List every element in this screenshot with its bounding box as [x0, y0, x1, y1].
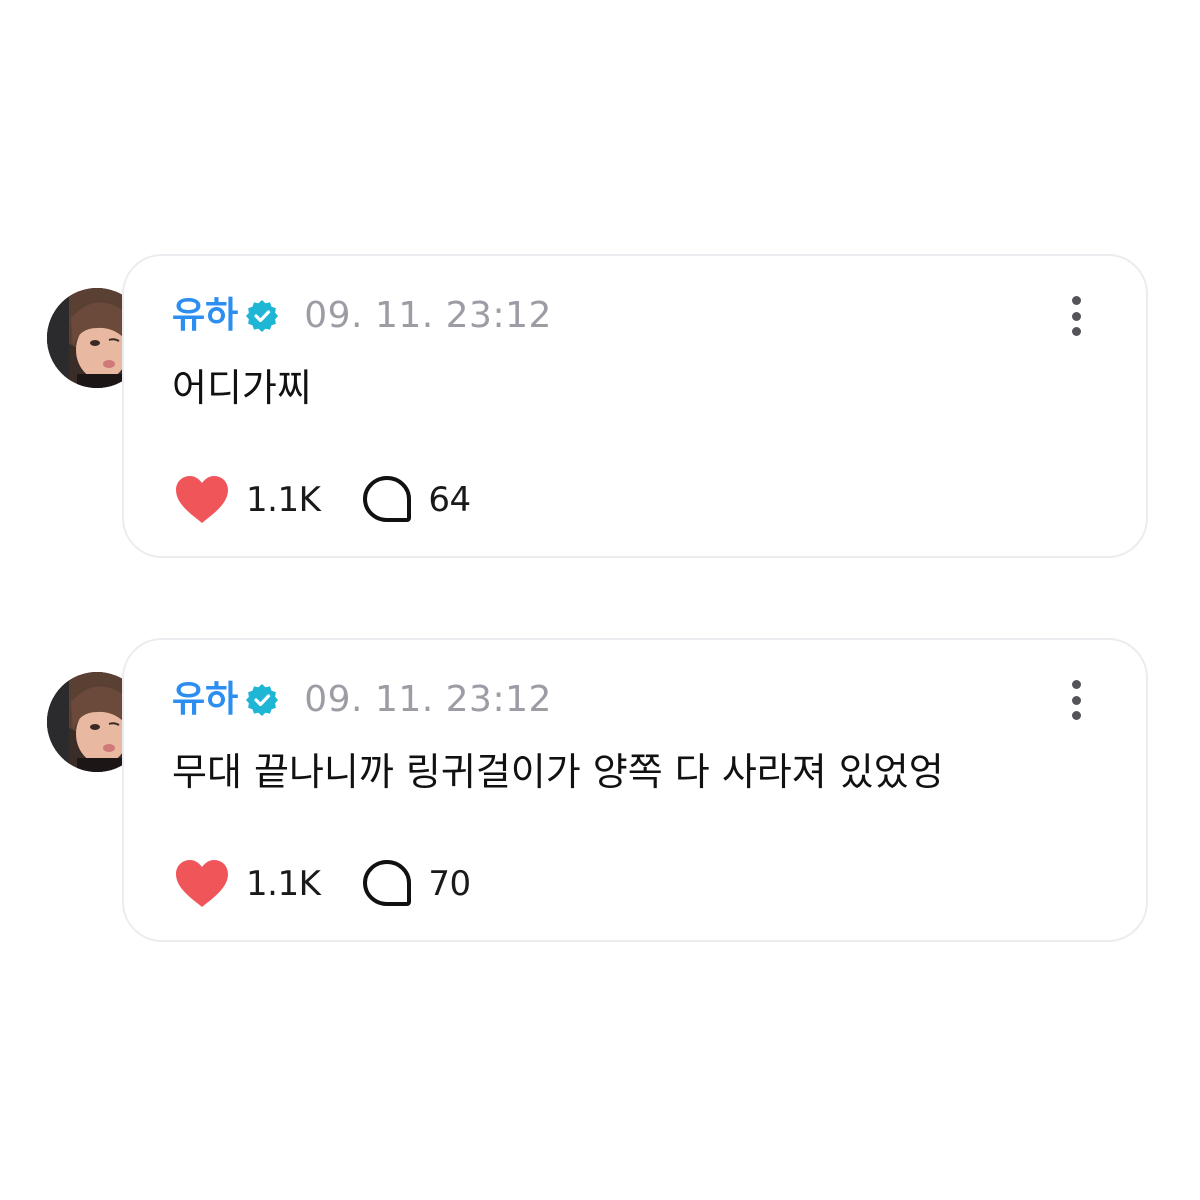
post-actions: 1.1K 70	[174, 856, 471, 912]
comment-button[interactable]: 64	[362, 475, 471, 525]
post: 유하 09. 11. 23:12 무대 끝나니까 링귀걸이가 양쪽 다 사라져 …	[0, 634, 1200, 954]
post-timestamp: 09. 11. 23:12	[304, 295, 552, 336]
more-dot	[1071, 680, 1081, 689]
post-timestamp: 09. 11. 23:12	[304, 679, 552, 720]
more-dot	[1071, 296, 1081, 305]
heart-icon	[176, 860, 228, 907]
post-actions: 1.1K 64	[174, 472, 471, 528]
comment-bubble-icon	[363, 476, 412, 522]
username[interactable]: 유하	[172, 294, 238, 338]
post-header: 유하 09. 11. 23:12	[172, 294, 552, 338]
username[interactable]: 유하	[172, 678, 238, 722]
post-text: 어디가찌	[172, 366, 312, 410]
more-dot	[1071, 695, 1081, 705]
verified-badge-icon	[246, 300, 279, 332]
post-header: 유하 09. 11. 23:12	[172, 678, 552, 722]
like-count: 1.1K	[246, 480, 321, 520]
post-card[interactable]: 유하 09. 11. 23:12 무대 끝나니까 링귀걸이가 양쪽 다 사라져 …	[122, 638, 1148, 942]
more-dot	[1071, 711, 1081, 720]
comment-count: 70	[428, 864, 471, 904]
comment-count: 64	[428, 480, 471, 520]
more-options-icon[interactable]	[1064, 294, 1088, 338]
post: 유하 09. 11. 23:12 어디가찌 1.1K 64	[0, 250, 1200, 570]
like-button[interactable]: 1.1K	[174, 859, 321, 909]
more-dot	[1071, 327, 1081, 336]
heart-icon	[176, 476, 228, 523]
like-count: 1.1K	[246, 864, 321, 904]
comment-bubble-icon	[363, 860, 412, 906]
comment-button[interactable]: 70	[362, 859, 471, 909]
more-options-icon[interactable]	[1064, 678, 1088, 722]
verified-badge-icon	[246, 684, 279, 716]
like-button[interactable]: 1.1K	[174, 475, 321, 525]
more-dot	[1071, 311, 1081, 321]
post-card[interactable]: 유하 09. 11. 23:12 어디가찌 1.1K 64	[122, 254, 1148, 558]
post-text: 무대 끝나니까 링귀걸이가 양쪽 다 사라져 있었엉	[172, 750, 944, 794]
